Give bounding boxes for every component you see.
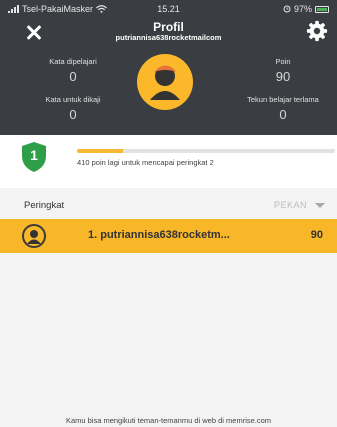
rank-progress: 1 410 poin lagi untuk mencapai peringkat… xyxy=(0,135,337,188)
row-score: 90 xyxy=(310,229,323,241)
user-avatar-icon xyxy=(27,230,41,244)
progress-fill xyxy=(77,149,124,153)
stat-value: 0 xyxy=(69,107,77,122)
leaderboard-header: Peringkat PEKAN xyxy=(0,200,337,215)
page-title: Profil xyxy=(153,20,184,34)
rank-number: 1 xyxy=(30,147,38,163)
row-username: 1. putriannisa638rocketm... xyxy=(88,229,230,241)
user-email: putriannisa638rocketmailcom xyxy=(115,33,222,42)
stat-value: 90 xyxy=(275,69,291,84)
leaderboard-row[interactable]: 1. putriannisa638rocketm... 90 xyxy=(0,219,337,253)
progress-track xyxy=(77,149,335,153)
stat-label: Kata dipelajari xyxy=(49,57,97,66)
stat-label: Tekun belajar terlama xyxy=(247,95,319,104)
row-avatar xyxy=(22,224,46,248)
user-avatar[interactable] xyxy=(137,54,193,110)
stat-words-to-review: Kata untuk dikaji 0 xyxy=(18,95,128,122)
status-right: 97% xyxy=(283,4,329,14)
stat-label: Poin xyxy=(275,57,291,66)
stat-longest-streak: Tekun belajar terlama 0 xyxy=(228,95,337,122)
leaderboard-title: Peringkat xyxy=(24,200,65,211)
stat-words-learned: Kata dipelajari 0 xyxy=(18,57,128,84)
profile-header: Tsel-PakaiMasker 15.21 97% Profil putria… xyxy=(0,0,337,135)
progress-text: 410 poin lagi untuk mencapai peringkat 2 xyxy=(77,158,214,167)
stat-label: Kata untuk dikaji xyxy=(45,95,101,104)
footer-text: Kamu bisa mengikuti teman-temanmu di web… xyxy=(65,416,272,425)
period-selector[interactable]: PEKAN xyxy=(274,200,307,210)
stat-value: 0 xyxy=(279,107,287,122)
battery-percent: 97% xyxy=(293,4,312,14)
user-avatar-icon xyxy=(150,65,180,100)
status-bar: Tsel-PakaiMasker 15.21 97% xyxy=(0,0,337,18)
gear-icon[interactable] xyxy=(306,20,328,42)
caret-down-icon[interactable] xyxy=(315,203,325,208)
stat-value: 0 xyxy=(69,69,77,84)
alarm-icon xyxy=(283,5,291,13)
battery-icon xyxy=(315,5,329,13)
stat-points: Poin 90 xyxy=(228,57,337,84)
